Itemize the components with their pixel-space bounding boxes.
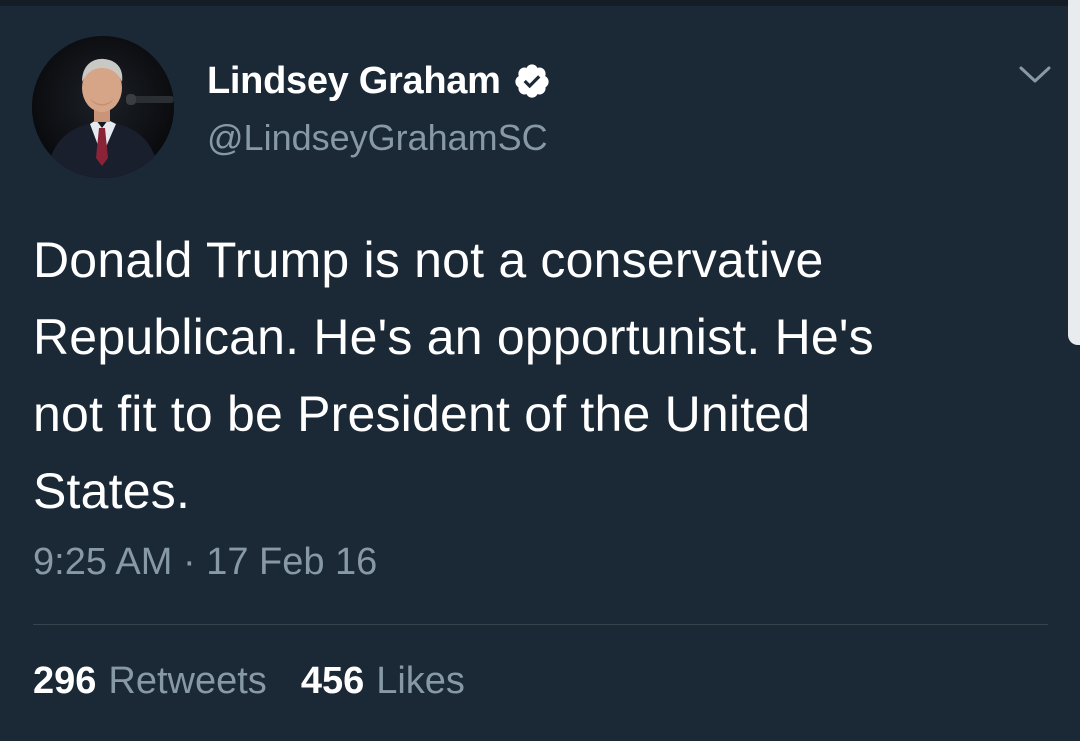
chevron-down-icon[interactable]: [1017, 62, 1053, 88]
tweet-text-line: Republican. He's an opportunist. He's: [33, 309, 874, 365]
author-handle[interactable]: @LindseyGrahamSC: [207, 117, 548, 159]
avatar[interactable]: [32, 36, 174, 178]
tweet-text: Donald Trump is not a conservative Repub…: [33, 222, 1043, 530]
tweet-timestamp[interactable]: 9:25 AM · 17 Feb 16: [33, 541, 377, 584]
verified-badge-icon: [513, 62, 551, 100]
tweet-text-line: Donald Trump is not a conservative: [33, 232, 824, 288]
author-name-row[interactable]: Lindsey Graham: [207, 58, 551, 104]
likes-count: 456: [300, 660, 365, 702]
likes-label: Likes: [376, 660, 465, 702]
author-name[interactable]: Lindsey Graham: [207, 60, 501, 103]
retweets-stat[interactable]: 296 Retweets: [33, 660, 267, 703]
retweets-count: 296: [33, 660, 97, 702]
divider: [33, 624, 1048, 625]
tweet-stats: 296 Retweets 456 Likes: [33, 660, 465, 703]
retweets-label: Retweets: [108, 660, 267, 702]
likes-stat[interactable]: 456 Likes: [301, 660, 465, 703]
tweet-text-line: States.: [33, 463, 191, 519]
top-edge: [0, 0, 1080, 6]
avatar-photo: [32, 36, 174, 178]
scrollbar[interactable]: [1068, 0, 1080, 345]
tweet-text-line: not fit to be President of the United: [33, 386, 811, 442]
